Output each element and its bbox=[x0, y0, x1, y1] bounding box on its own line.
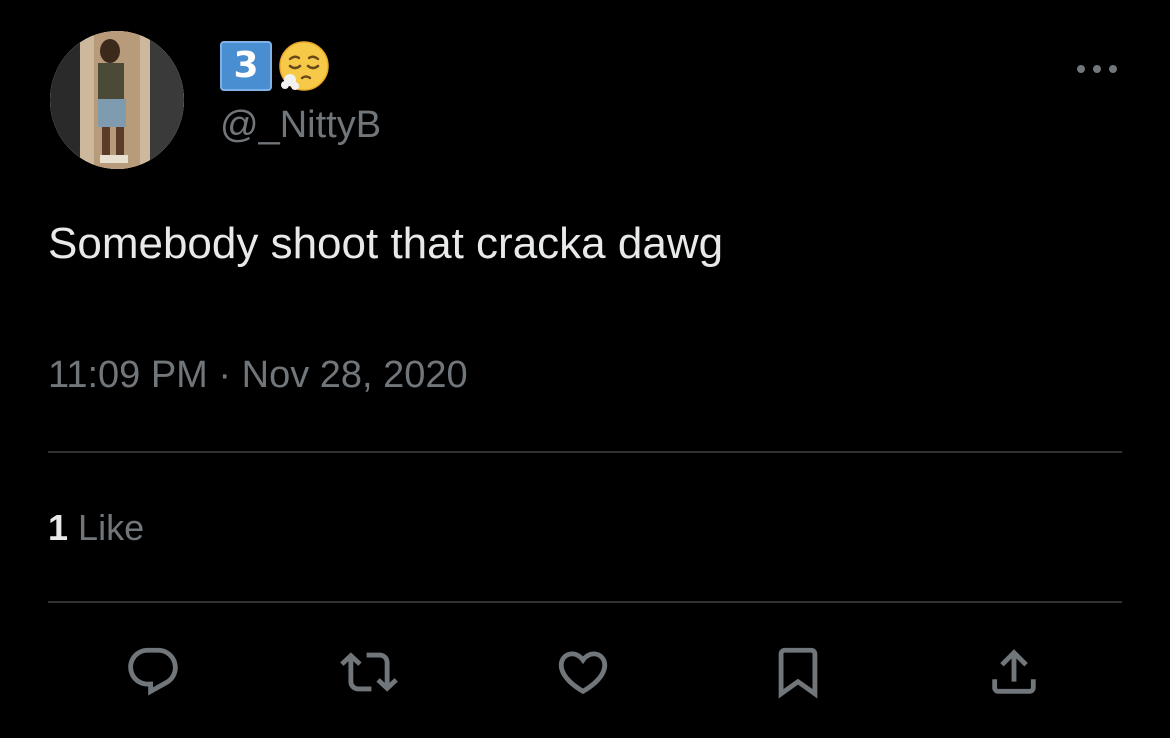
likes-label: Like bbox=[78, 507, 145, 548]
user-handle[interactable]: @_NittyB bbox=[220, 103, 381, 147]
share-button[interactable] bbox=[982, 640, 1046, 704]
reply-icon bbox=[128, 647, 178, 696]
divider bbox=[48, 451, 1122, 453]
tweet-date: Nov 28, 2020 bbox=[241, 354, 468, 396]
share-icon bbox=[992, 649, 1036, 694]
tweet-time: 11:09 PM bbox=[48, 354, 208, 396]
reply-button[interactable] bbox=[121, 640, 185, 704]
more-options-icon[interactable] bbox=[1074, 58, 1120, 80]
likes-number: 1 bbox=[48, 507, 69, 548]
action-bar bbox=[48, 640, 1122, 704]
display-name[interactable]: 3 bbox=[220, 41, 330, 91]
meta-separator: · bbox=[218, 354, 232, 396]
likes-count[interactable]: 1 Like bbox=[48, 506, 144, 550]
avatar[interactable] bbox=[50, 31, 184, 169]
retweet-button[interactable] bbox=[337, 640, 401, 704]
keycap-digit-three: 3 bbox=[220, 41, 272, 91]
retweet-icon bbox=[340, 652, 398, 692]
tweet-timestamp[interactable]: 11:09 PM · Nov 28, 2020 bbox=[48, 352, 468, 398]
avatar-photo bbox=[50, 31, 184, 169]
bookmark-button[interactable] bbox=[766, 640, 830, 704]
tweet-text: Somebody shoot that cracka dawg bbox=[48, 219, 724, 268]
divider bbox=[48, 601, 1122, 603]
relieved-face-emoji-icon bbox=[278, 40, 330, 92]
bookmark-icon bbox=[778, 647, 818, 699]
like-heart-icon bbox=[558, 651, 608, 695]
like-button[interactable] bbox=[551, 640, 615, 704]
